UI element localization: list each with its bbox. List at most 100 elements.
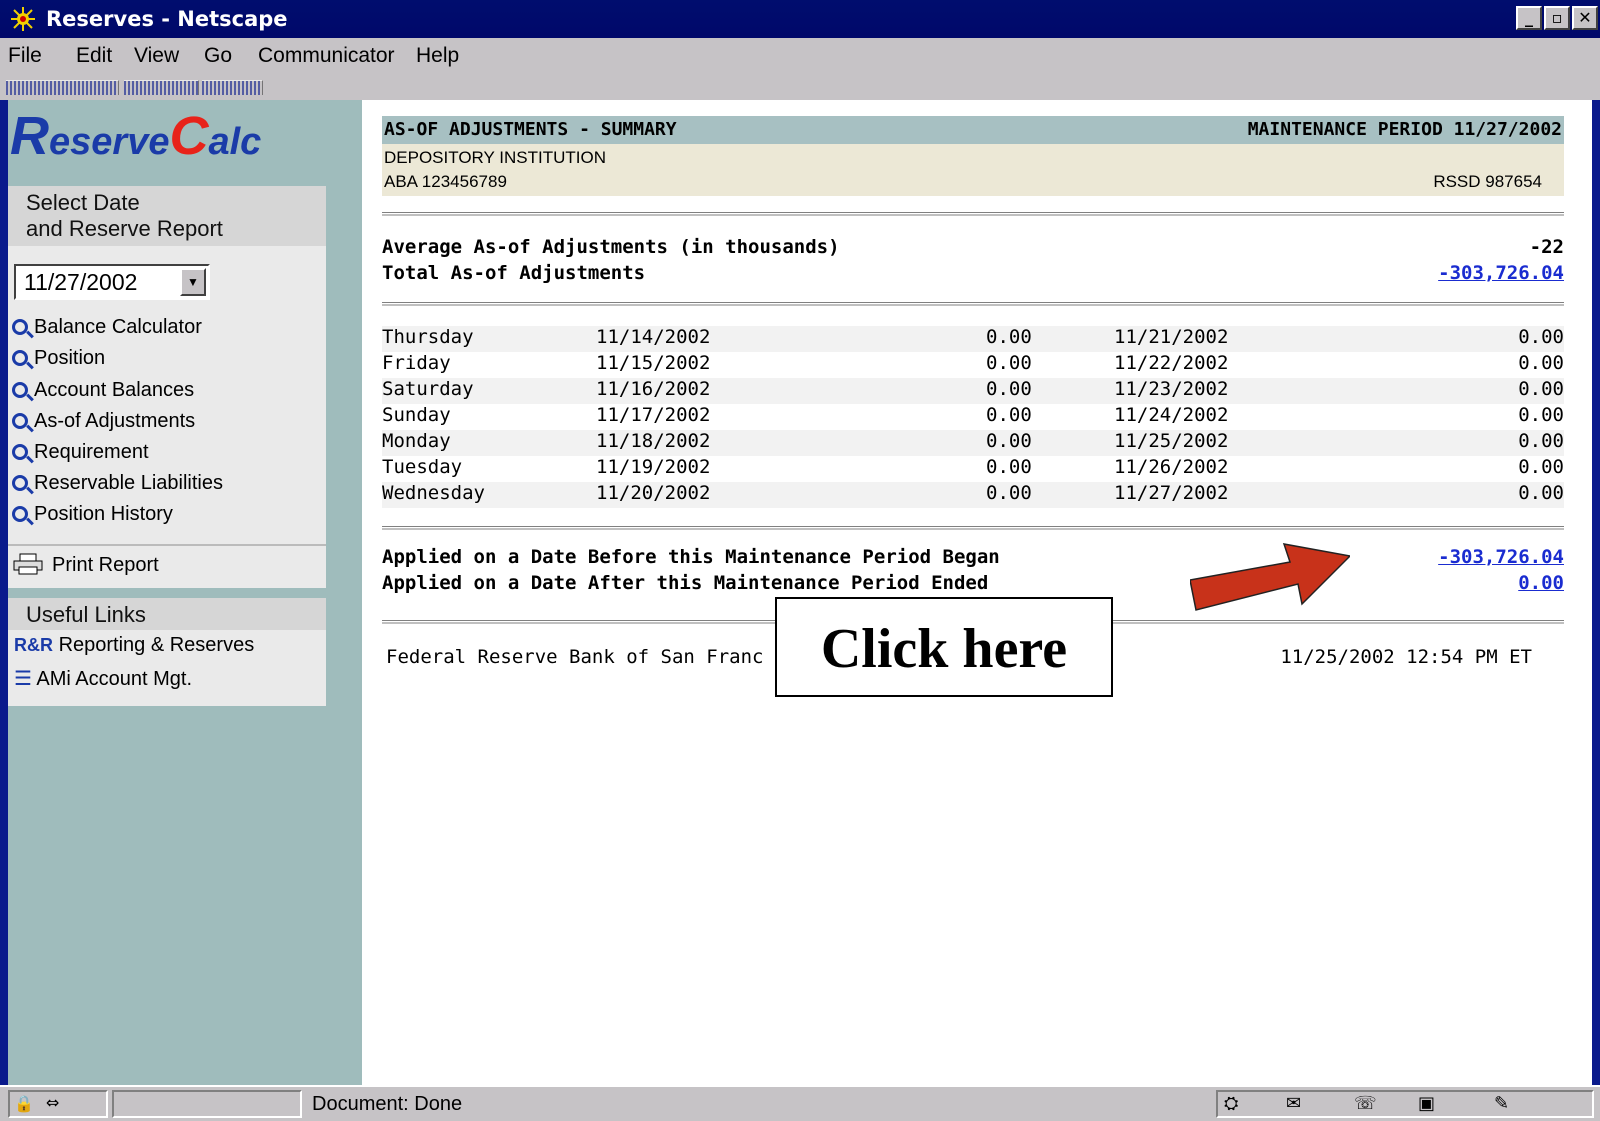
footer-timestamp: 11/25/2002 12:54 PM ET xyxy=(1280,646,1532,668)
lock-icon[interactable]: 🔒 xyxy=(14,1094,34,1113)
row-value-1: 0.00 xyxy=(986,352,1032,374)
window-title: Reserves - Netscape xyxy=(46,7,288,31)
component-bar: ⛭ ✉ ☏ ▣ ✎ xyxy=(1216,1090,1594,1118)
table-row-stripe xyxy=(382,482,1564,508)
magnifier-icon xyxy=(12,319,28,335)
total-adjustments-link[interactable]: -303,726.04 xyxy=(1438,262,1564,284)
useful-links-box: Useful Links R&R Reporting & Reserves ☰ … xyxy=(8,598,326,706)
close-button[interactable]: ✕ xyxy=(1572,6,1598,30)
connection-icon: ⇔ xyxy=(46,1093,60,1112)
aba-number: ABA 123456789 xyxy=(384,172,507,191)
report-title: AS-OF ADJUSTMENTS - SUMMARY xyxy=(384,119,677,140)
avg-adjustments-label: Average As-of Adjustments (in thousands) xyxy=(382,236,840,258)
callout-text: Click here xyxy=(820,618,1068,680)
select-date-heading: Select Date and Reserve Report xyxy=(8,186,326,246)
row-value-1: 0.00 xyxy=(986,404,1032,426)
collapsed-toolbars xyxy=(0,76,1600,102)
navigator-icon[interactable]: ⛭ xyxy=(1224,1093,1238,1114)
divider xyxy=(382,526,1564,530)
edit-icon[interactable]: ✎ xyxy=(1494,1093,1509,1114)
menu-view[interactable]: View xyxy=(134,44,179,68)
maximize-button[interactable]: ▫ xyxy=(1544,6,1570,30)
date-select[interactable]: 11/27/2002 ▼ xyxy=(14,264,210,300)
progress-panel xyxy=(112,1090,302,1118)
row-day: Sunday xyxy=(382,404,451,426)
discussions-icon[interactable]: ☏ xyxy=(1354,1093,1377,1114)
row-day: Monday xyxy=(382,430,451,452)
divider xyxy=(382,212,1564,216)
toolbar-collapse-tab-2[interactable] xyxy=(124,80,199,95)
printer-icon xyxy=(13,553,43,575)
composer-icon[interactable]: ▣ xyxy=(1418,1093,1435,1114)
row-value-1: 0.00 xyxy=(986,378,1032,400)
left-navigation-frame: ReserveCalc Select Date and Reserve Repo… xyxy=(0,100,362,1085)
row-day: Wednesday xyxy=(382,482,485,504)
toolbar-collapse-tab-1[interactable] xyxy=(6,80,119,95)
row-date-1: 11/17/2002 xyxy=(596,404,711,426)
select-heading-line-1: Select Date xyxy=(26,190,140,215)
report-frame: AS-OF ADJUSTMENTS - SUMMARY MAINTENANCE … xyxy=(362,100,1600,1085)
magnifier-icon xyxy=(12,444,28,460)
row-date-1: 11/18/2002 xyxy=(596,430,711,452)
row-date-2: 11/22/2002 xyxy=(1114,352,1229,374)
row-date-2: 11/26/2002 xyxy=(1114,456,1229,478)
menu-bar: File Edit View Go Communicator Help xyxy=(0,38,1600,76)
menu-help[interactable]: Help xyxy=(416,44,459,68)
useful-links-heading: Useful Links xyxy=(8,598,326,630)
row-value-2: 0.00 xyxy=(1518,352,1564,374)
click-here-callout: Click here xyxy=(775,597,1113,697)
dropdown-arrow-icon[interactable]: ▼ xyxy=(180,268,206,296)
nav-position[interactable]: Position xyxy=(12,347,105,370)
date-select-value: 11/27/2002 xyxy=(24,269,138,295)
applied-before-label: Applied on a Date Before this Maintenanc… xyxy=(382,546,1000,568)
nav-as-of-adjustments[interactable]: As-of Adjustments xyxy=(12,410,195,433)
menu-communicator[interactable]: Communicator xyxy=(258,44,395,68)
link-ami-account-mgt[interactable]: ☰ AMi Account Mgt. xyxy=(14,666,192,691)
nav-requirement[interactable]: Requirement xyxy=(12,441,149,464)
minimize-button[interactable]: _ xyxy=(1516,6,1542,30)
link-reporting-reserves[interactable]: R&R Reporting & Reserves xyxy=(14,634,254,657)
security-panel: 🔒 ⇔ xyxy=(8,1090,108,1118)
menu-edit[interactable]: Edit xyxy=(76,44,112,68)
logo-r: R xyxy=(10,106,49,166)
frame-border xyxy=(0,100,8,1085)
row-date-2: 11/24/2002 xyxy=(1114,404,1229,426)
print-report-link[interactable]: Print Report xyxy=(12,553,159,577)
avg-adjustments-value: -22 xyxy=(1529,236,1564,258)
menu-file[interactable]: File xyxy=(8,44,42,68)
mailbox-icon[interactable]: ✉ xyxy=(1286,1093,1301,1114)
row-value-2: 0.00 xyxy=(1518,326,1564,348)
nav-account-balances[interactable]: Account Balances xyxy=(12,379,194,402)
logo-eserve: eserve xyxy=(49,121,170,163)
row-day: Tuesday xyxy=(382,456,463,478)
menu-go[interactable]: Go xyxy=(204,44,232,68)
row-value-2: 0.00 xyxy=(1518,430,1564,452)
print-box: Print Report xyxy=(8,544,326,588)
row-date-1: 11/15/2002 xyxy=(596,352,711,374)
magnifier-icon xyxy=(12,350,28,366)
magnifier-icon xyxy=(12,506,28,522)
nav-balance-calculator[interactable]: Balance Calculator xyxy=(12,316,202,339)
title-bar: Reserves - Netscape _ ▫ ✕ xyxy=(0,0,1600,38)
footer-organization: Federal Reserve Bank of San Franc xyxy=(386,646,764,668)
applied-before-link[interactable]: -303,726.04 xyxy=(1438,546,1564,568)
rr-badge-icon: R&R xyxy=(14,635,53,655)
window-border-right xyxy=(1592,100,1600,1085)
table-row-stripe xyxy=(382,430,1564,456)
maintenance-period: MAINTENANCE PERIOD 11/27/2002 xyxy=(1247,119,1562,140)
nav-position-history[interactable]: Position History xyxy=(12,503,173,526)
row-value-2: 0.00 xyxy=(1518,378,1564,400)
rssd-number: RSSD 987654 xyxy=(1433,172,1542,191)
report-header-bar: AS-OF ADJUSTMENTS - SUMMARY MAINTENANCE … xyxy=(382,116,1564,144)
row-date-1: 11/19/2002 xyxy=(596,456,711,478)
magnifier-icon xyxy=(12,475,28,491)
row-value-1: 0.00 xyxy=(986,326,1032,348)
nav-reservable-liabilities[interactable]: Reservable Liabilities xyxy=(12,472,223,495)
row-date-2: 11/21/2002 xyxy=(1114,326,1229,348)
applied-after-link[interactable]: 0.00 xyxy=(1518,572,1564,594)
row-day: Thursday xyxy=(382,326,474,348)
list-icon: ☰ xyxy=(14,668,32,690)
toolbar-collapse-tab-3[interactable] xyxy=(202,80,263,95)
institution-name: DEPOSITORY INSTITUTION xyxy=(384,148,606,167)
row-date-2: 11/23/2002 xyxy=(1114,378,1229,400)
